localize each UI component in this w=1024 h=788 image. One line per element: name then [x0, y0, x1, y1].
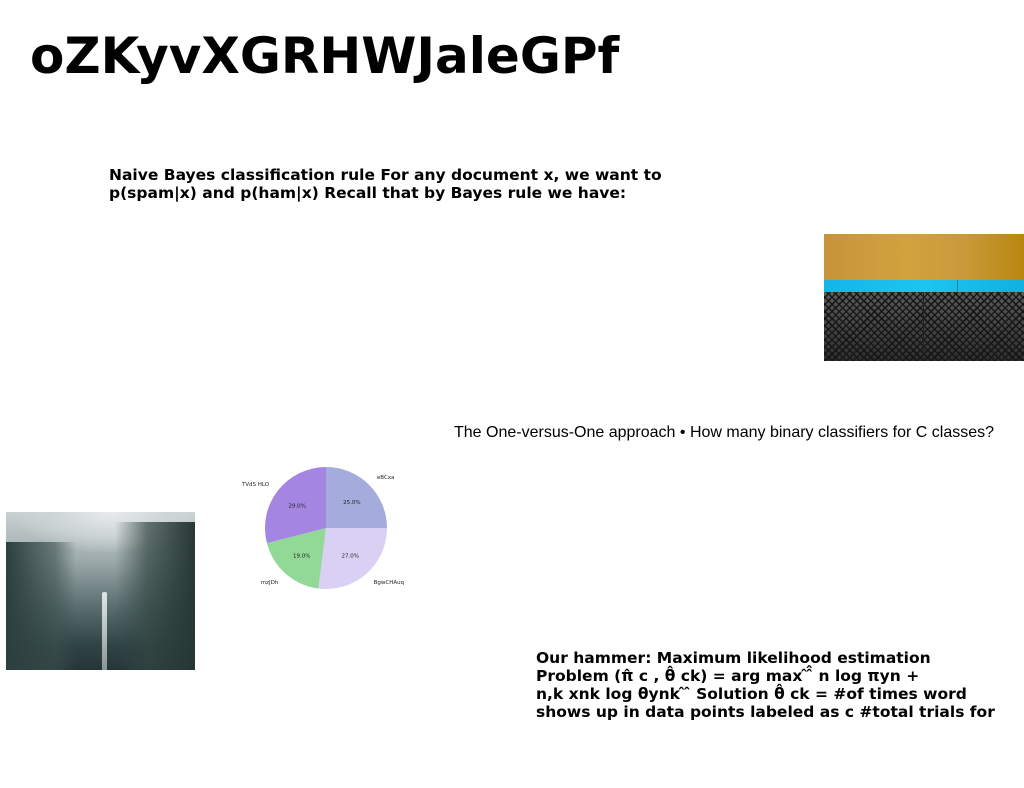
hammer-line: Our hammer: Maximum likelihood estimatio… — [536, 649, 931, 667]
pie-chart: 25.0% eBCxa 27.0% BgwCHAuq 19.0% mzJDh 29.0% TV… — [240, 444, 410, 612]
pie-value-label: 27.0% — [341, 553, 358, 559]
pie-category-label: BgwCHAuq — [374, 580, 404, 586]
pie-category-label: TVdS HLO — [241, 482, 270, 488]
pie-value-label: 29.0% — [288, 504, 305, 510]
max-likelihood-text: Our hammer: Maximum likelihood estimatio… — [536, 649, 995, 721]
pie-category-label: eBCxa — [377, 475, 395, 481]
bayes-rule-text: Naive Bayes classification rule For any … — [109, 166, 662, 202]
bayes-line: Naive Bayes classification rule For any … — [109, 166, 662, 184]
hammer-line: n,k xnk log θynk ̂ ̂ Solution θ̂ ck = #o… — [536, 685, 967, 703]
pie-value-label: 25.0% — [343, 500, 360, 506]
mesh-photo — [824, 234, 1024, 361]
slide-title: oZKyvXGRHWJaleGPf — [30, 27, 620, 85]
pie-chart-svg: 25.0% eBCxa 27.0% BgwCHAuq 19.0% mzJDh 29.0% TV… — [241, 467, 404, 589]
pie-category-label: mzJDh — [261, 580, 279, 586]
pie-value-label: 19.0% — [293, 553, 310, 559]
bayes-line: p(spam|x) and p(ham|x) Recall that by Ba… — [109, 184, 627, 202]
fog-waterfall-photo — [6, 512, 195, 670]
hammer-line: shows up in data points labeled as c #to… — [536, 703, 995, 721]
hammer-line: Problem (π̂ c , θ̂ ck) = arg max ̂ ̂̂ n … — [536, 667, 920, 685]
one-versus-one-text: The One-versus-One approach • How many b… — [454, 424, 995, 441]
